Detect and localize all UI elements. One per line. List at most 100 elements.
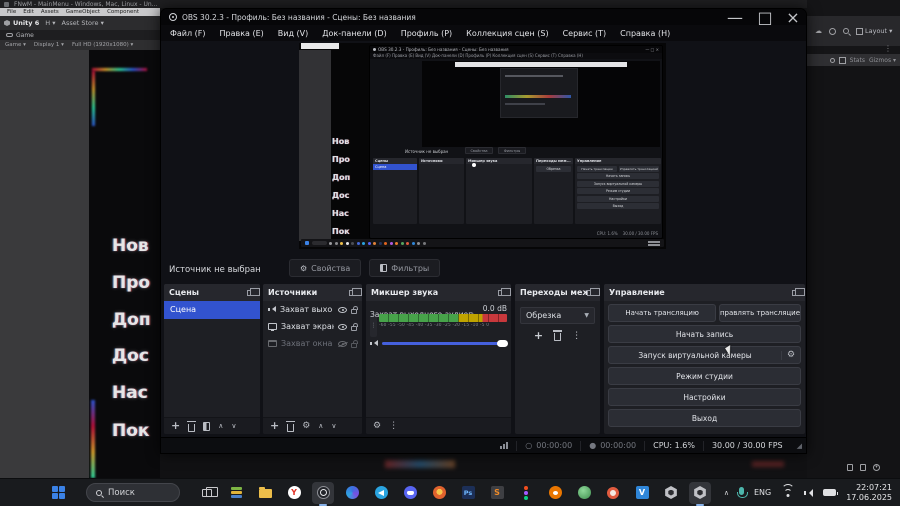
menu-help[interactable]: Справка (H) — [613, 29, 677, 38]
obs-close-button[interactable]: × — [782, 9, 804, 27]
vscode-button[interactable]: V — [631, 482, 653, 504]
source-item-hidden[interactable]: Захват окна — [263, 335, 362, 352]
volume-slider-thumb[interactable] — [497, 340, 508, 347]
battery-icon[interactable] — [823, 489, 839, 496]
exit-button[interactable]: Выход — [608, 409, 801, 427]
properties-button[interactable]: ⚙ Свойства — [289, 259, 362, 277]
scene-filters-button[interactable] — [203, 421, 211, 431]
source-item[interactable]: Захват выхо — [263, 301, 362, 318]
menu-scene-collection[interactable]: Коллекция сцен (S) — [459, 29, 555, 38]
menu-edit[interactable]: Правка (E) — [213, 29, 271, 38]
remove-source-button[interactable] — [286, 420, 296, 432]
transition-select[interactable]: Обрезка ▼ — [520, 307, 595, 324]
menu-docks[interactable]: Док-панели (D) — [315, 29, 393, 38]
move-scene-down-button[interactable]: ∨ — [231, 422, 236, 430]
popout-icon[interactable] — [792, 287, 805, 296]
add-source-button[interactable]: + — [270, 420, 279, 431]
photoshop-button[interactable]: Ps — [457, 482, 479, 504]
transitions-panel-header[interactable]: Переходы меж... — [515, 284, 600, 301]
transition-properties-button[interactable]: ⋮ — [572, 331, 581, 341]
mute-icon[interactable] — [829, 57, 835, 63]
display-dropdown[interactable]: Display 1 ▾ — [34, 42, 64, 48]
start-streaming-button[interactable]: Начать трансляцию — [608, 304, 717, 322]
task-view-button[interactable] — [196, 482, 218, 504]
unity-menu-file[interactable]: File — [7, 9, 16, 15]
move-source-up-button[interactable]: ∧ — [318, 422, 323, 430]
visibility-icon[interactable] — [338, 306, 347, 313]
studio-mode-button[interactable]: Режим студии — [608, 367, 801, 385]
unity-asset-store-dropdown[interactable]: Asset Store ▾ — [62, 19, 104, 27]
source-item[interactable]: Захват экран — [263, 318, 362, 335]
yandex-browser-button[interactable]: Y — [283, 482, 305, 504]
search-icon[interactable] — [843, 28, 849, 34]
move-source-down-button[interactable]: ∨ — [331, 422, 336, 430]
cloud-icon[interactable]: ☁ — [815, 27, 822, 35]
store-app-button[interactable] — [428, 482, 450, 504]
stats-toggle[interactable]: Stats — [850, 57, 865, 64]
discord-button[interactable] — [399, 482, 421, 504]
archive-app-button[interactable] — [225, 482, 247, 504]
sync-icon[interactable] — [829, 27, 836, 35]
mixer-more-button[interactable]: ⋮ — [389, 421, 398, 431]
obs-studio-button[interactable] — [312, 481, 334, 506]
chevron-circle-icon[interactable]: ▾ — [873, 464, 880, 471]
unity-editor-button[interactable] — [689, 481, 711, 506]
obs-titlebar[interactable]: OBS 30.2.3 - Профиль: Без названия - Сце… — [161, 9, 806, 27]
resolution-dropdown[interactable]: Full HD (1920x1080) ▾ — [72, 42, 133, 48]
menu-profile[interactable]: Профиль (P) — [394, 29, 459, 38]
settings-button[interactable]: Настройки — [608, 388, 801, 406]
popout-icon[interactable] — [349, 287, 362, 296]
scenes-panel-header[interactable]: Сцены — [164, 284, 260, 301]
visibility-off-icon[interactable] — [338, 340, 347, 347]
wifi-icon[interactable] — [781, 484, 795, 497]
manage-broadcast-button[interactable]: Управлять трансляцией — [719, 304, 801, 322]
popout-icon[interactable] — [247, 287, 260, 296]
remove-scene-button[interactable] — [187, 420, 197, 432]
visibility-icon[interactable] — [338, 323, 347, 330]
mixer-settings-button[interactable]: ⚙ — [373, 421, 381, 431]
obs-minimize-button[interactable]: — — [724, 9, 746, 27]
substance-button[interactable]: S — [486, 482, 508, 504]
paint-3d-button[interactable] — [341, 482, 363, 504]
unity-account-dropdown[interactable]: H ▾ — [45, 19, 55, 27]
unity-hub-button[interactable] — [660, 482, 682, 504]
language-indicator[interactable]: ENG — [754, 488, 771, 497]
unity-menu-gameobject[interactable]: GameObject — [66, 9, 100, 15]
menu-tools[interactable]: Сервис (T) — [556, 29, 614, 38]
document-icon[interactable] — [860, 464, 866, 471]
volume-icon[interactable] — [804, 488, 814, 497]
ring-app-button[interactable] — [602, 482, 624, 504]
popout-icon[interactable] — [498, 287, 511, 296]
microphone-icon[interactable] — [736, 487, 748, 498]
speaker-icon[interactable] — [370, 340, 378, 347]
sources-panel-header[interactable]: Источники — [263, 284, 362, 301]
popout-icon[interactable] — [587, 287, 600, 296]
telegram-button[interactable] — [370, 482, 392, 504]
blender-button[interactable] — [544, 482, 566, 504]
start-recording-button[interactable]: Начать запись — [608, 325, 801, 343]
more-options-icon[interactable]: ⋮ — [884, 44, 892, 53]
start-virtual-camera-button[interactable]: Запуск виртуальной камеры — [609, 351, 781, 360]
file-explorer-button[interactable] — [254, 482, 276, 504]
menu-file[interactable]: Файл (F) — [163, 29, 213, 38]
unity-menu-component[interactable]: Component — [107, 9, 139, 15]
remove-transition-button[interactable] — [553, 330, 563, 341]
game-view-dropdown[interactable]: Game ▾ — [5, 42, 26, 48]
lock-icon[interactable] — [351, 339, 358, 348]
source-properties-button[interactable]: ⚙ — [302, 421, 310, 431]
controls-panel-header[interactable]: Управление — [604, 284, 805, 301]
obs-preview[interactable]: Нов Про Доп Дос Нас Пок OBS 30.2.3 - Про… — [299, 43, 666, 249]
tray-expand-icon[interactable]: ∧ — [724, 489, 729, 497]
menu-view[interactable]: Вид (V) — [271, 29, 315, 38]
gizmos-dropdown[interactable]: Gizmos ▾ — [869, 57, 896, 64]
filters-button[interactable]: Фильтры — [369, 259, 441, 277]
obs-maximize-button[interactable]: □ — [754, 9, 776, 27]
document-icon[interactable] — [847, 464, 853, 471]
add-transition-button[interactable]: + — [534, 330, 543, 341]
layout-dropdown[interactable]: Layout ▾ — [856, 27, 892, 35]
lock-icon[interactable] — [351, 305, 358, 314]
mixer-panel-header[interactable]: Микшер звука — [366, 284, 511, 301]
unity-menu-edit[interactable]: Edit — [23, 9, 34, 15]
resize-grip[interactable]: ◢ — [791, 442, 802, 450]
taskbar-search[interactable]: Поиск — [86, 483, 180, 502]
